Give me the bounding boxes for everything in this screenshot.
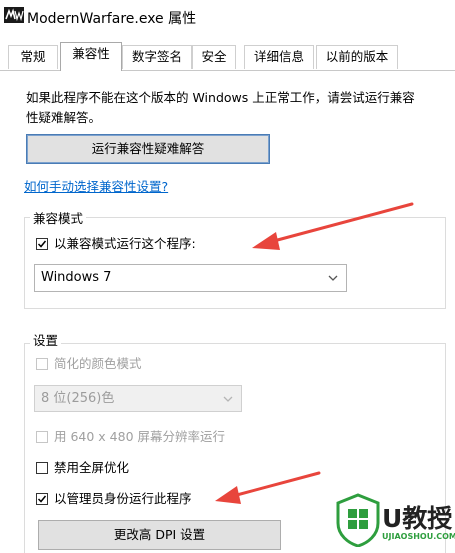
- compat-mode-checkbox[interactable]: [36, 238, 48, 250]
- tab-previous-versions[interactable]: 以前的版本: [316, 45, 398, 69]
- tab-security[interactable]: 安全: [192, 45, 236, 69]
- tab-details[interactable]: 详细信息: [244, 45, 314, 69]
- compat-description-line2: 性疑难解答。: [26, 110, 102, 125]
- reduced-color-checkbox[interactable]: [36, 358, 48, 370]
- reduced-color-label: 简化的颜色模式: [54, 356, 142, 371]
- check-icon: [37, 495, 47, 503]
- compat-mode-group-title: 兼容模式: [30, 208, 87, 227]
- title-bar: ModernWarfare.exe 属性: [0, 0, 455, 36]
- window-title: ModernWarfare.exe 属性: [27, 11, 197, 27]
- res-640-label: 用 640 x 480 屏幕分辨率运行: [54, 429, 226, 444]
- chevron-down-icon: [328, 275, 338, 281]
- compat-description: 如果此程序不能在这个版本的 Windows 上正常工作，请尝试运行兼容 性疑难解…: [26, 88, 446, 128]
- compat-os-select[interactable]: Windows 7: [34, 264, 347, 292]
- watermark-brand: U教授: [382, 504, 453, 533]
- res-640-checkbox[interactable]: [36, 431, 48, 443]
- disable-fullscreen-label: 禁用全屏优化: [54, 460, 130, 475]
- tab-general[interactable]: 常规: [8, 45, 58, 69]
- compat-description-line1: 如果此程序不能在这个版本的 Windows 上正常工作，请尝试运行兼容: [26, 90, 415, 105]
- run-as-admin-checkbox[interactable]: [36, 493, 48, 505]
- annotation-arrow-icon: [215, 471, 321, 504]
- watermark-url: UJIAOSHOU.COM: [382, 532, 455, 541]
- shield-logo-icon: [336, 493, 380, 547]
- annotation-arrow-icon: [252, 202, 414, 250]
- run-as-admin-label: 以管理员身份运行此程序: [54, 491, 192, 506]
- disable-fullscreen-checkbox[interactable]: [36, 462, 48, 474]
- manual-compat-link[interactable]: 如何手动选择兼容性设置?: [24, 176, 168, 195]
- compat-mode-checkbox-label: 以兼容模式运行这个程序:: [54, 236, 196, 251]
- res-640-row[interactable]: 用 640 x 480 屏幕分辨率运行: [36, 429, 296, 447]
- tab-strip: 常规 兼容性 数字签名 安全 详细信息 以前的版本: [0, 42, 455, 71]
- color-depth-select-value: 8 位(256)色: [41, 391, 115, 406]
- tab-compatibility[interactable]: 兼容性: [60, 42, 122, 71]
- change-dpi-button[interactable]: 更改高 DPI 设置: [38, 520, 281, 550]
- compat-os-select-value: Windows 7: [41, 270, 112, 285]
- tab-digital-signature[interactable]: 数字签名: [122, 45, 192, 69]
- watermark-logo: U教授 UJIAOSHOU.COM: [336, 491, 455, 551]
- settings-group-title: 设置: [30, 330, 62, 349]
- color-depth-select[interactable]: 8 位(256)色: [34, 385, 242, 412]
- mw-app-icon: [4, 7, 24, 23]
- chevron-down-icon: [223, 396, 233, 402]
- reduced-color-row[interactable]: 简化的颜色模式: [36, 356, 236, 374]
- check-icon: [37, 240, 47, 248]
- run-troubleshooter-button[interactable]: 运行兼容性疑难解答: [26, 134, 270, 164]
